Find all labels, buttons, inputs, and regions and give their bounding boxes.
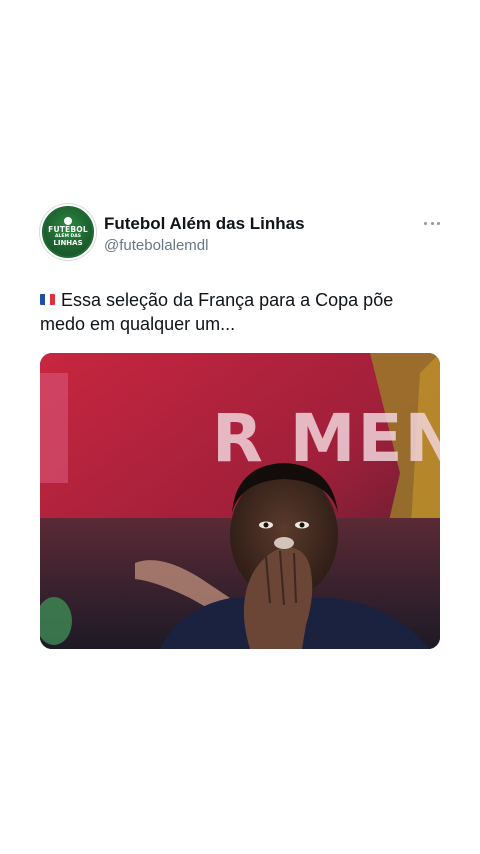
tweet-media[interactable]: R MEN bbox=[40, 353, 440, 649]
avatar-line-3: LINHAS bbox=[53, 239, 83, 247]
tweet-text-container: Essa seleção da França para a Copa põe m… bbox=[40, 288, 440, 336]
avatar[interactable]: FUTEBOL ALÉM DAS LINHAS bbox=[40, 204, 96, 260]
more-icon[interactable] bbox=[424, 218, 440, 228]
page: FUTEBOL ALÉM DAS LINHAS Futebol Além das… bbox=[0, 0, 480, 854]
avatar-line-1: FUTEBOL bbox=[48, 225, 88, 234]
tweet-card[interactable]: FUTEBOL ALÉM DAS LINHAS Futebol Além das… bbox=[40, 204, 440, 649]
video-thumbnail: R MEN bbox=[40, 353, 440, 649]
display-name[interactable]: Futebol Além das Linhas bbox=[104, 214, 305, 234]
user-handle[interactable]: @futebolalemdl bbox=[104, 237, 208, 254]
banner-text: R MEN bbox=[212, 400, 440, 477]
tweet-text: Essa seleção da França para a Copa põe m… bbox=[40, 290, 394, 334]
football-icon bbox=[64, 217, 72, 225]
france-flag-icon bbox=[40, 294, 55, 305]
tweet-header: FUTEBOL ALÉM DAS LINHAS Futebol Além das… bbox=[40, 204, 440, 262]
avatar-logo: FUTEBOL ALÉM DAS LINHAS bbox=[44, 208, 92, 256]
